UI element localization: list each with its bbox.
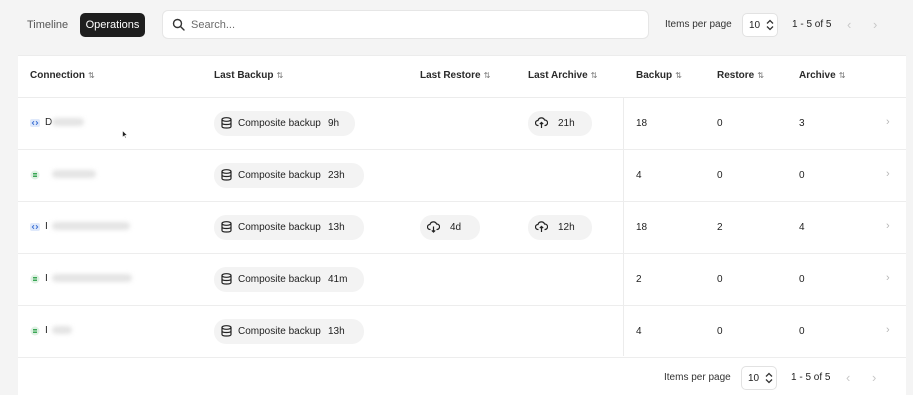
- db-connection-icon: [30, 170, 40, 180]
- redacted-text: [52, 118, 84, 126]
- sort-icon: ⇅: [483, 71, 491, 80]
- backup-type: Composite backup: [238, 222, 321, 233]
- archive-count: 3: [799, 118, 805, 129]
- db-connection-icon: [30, 326, 40, 336]
- last-restore-pill[interactable]: 4d: [420, 215, 480, 240]
- backup-count: 18: [636, 118, 648, 129]
- page-size-value: 10: [749, 20, 761, 31]
- chevron-right-icon[interactable]: ›: [886, 116, 890, 128]
- page-size-select[interactable]: 10: [741, 366, 777, 390]
- last-archive-pill[interactable]: 21h: [528, 111, 592, 136]
- table-row[interactable]: I Composite backup 13h 4 0 0 ›: [18, 306, 906, 358]
- redacted-text: [52, 222, 130, 230]
- table-row[interactable]: Composite backup 23h 4 0 0 ›: [18, 150, 906, 202]
- archive-age: 21h: [558, 118, 575, 129]
- items-per-page-label: Items per page: [664, 372, 731, 383]
- updown-icon: [765, 372, 773, 387]
- archive-age: 12h: [558, 222, 575, 233]
- restore-count: 0: [717, 118, 723, 129]
- backup-age: 13h: [328, 326, 345, 337]
- code-connection-icon: [30, 222, 40, 232]
- restore-count: 2: [717, 222, 723, 233]
- archive-count: 0: [799, 326, 805, 337]
- page-range: 1 - 5 of 5: [792, 19, 832, 30]
- archive-count: 0: [799, 274, 805, 285]
- last-backup-pill[interactable]: Composite backup 13h: [214, 319, 364, 344]
- table-row[interactable]: I Composite backup 13h 4d 12h 18 2 4 ›: [18, 202, 906, 254]
- search-input[interactable]: [191, 11, 631, 38]
- last-backup-pill[interactable]: Composite backup 13h: [214, 215, 364, 240]
- chevron-right-icon[interactable]: ›: [886, 324, 890, 336]
- table-row[interactable]: D Composite backup 9h 21h 18 0 3 ›: [18, 98, 906, 150]
- archive-count: 0: [799, 170, 805, 181]
- chevron-right-icon[interactable]: ›: [886, 168, 890, 180]
- sort-icon: ⇅: [838, 71, 846, 80]
- backup-count: 4: [636, 170, 642, 181]
- table-row[interactable]: I Composite backup 41m 2 0 0 ›: [18, 254, 906, 306]
- backup-age: 41m: [328, 274, 348, 285]
- toolbar: Timeline Operations Items per page 10 1 …: [0, 0, 913, 50]
- connection-name[interactable]: I: [45, 273, 48, 284]
- backup-age: 23h: [328, 170, 345, 181]
- chevron-right-icon[interactable]: ›: [886, 272, 890, 284]
- backup-type: Composite backup: [238, 170, 321, 181]
- col-restore[interactable]: Restore ⇅: [717, 70, 764, 81]
- code-connection-icon: [30, 118, 40, 128]
- db-connection-icon: [30, 274, 40, 284]
- connection-name[interactable]: I: [45, 325, 48, 336]
- tab-timeline[interactable]: Timeline: [21, 13, 74, 37]
- updown-icon: [766, 19, 774, 34]
- operations-table: Connection ⇅ Last Backup ⇅ Last Restore ⇅ L…: [18, 55, 906, 395]
- backup-count: 2: [636, 274, 642, 285]
- col-last-restore[interactable]: Last Restore ⇅: [420, 70, 490, 81]
- backup-age: 9h: [328, 118, 340, 129]
- backup-count: 18: [636, 222, 648, 233]
- restore-age: 4d: [450, 222, 462, 233]
- search-box: [162, 10, 649, 39]
- restore-count: 0: [717, 274, 723, 285]
- backup-count: 4: [636, 326, 642, 337]
- redacted-text: [52, 274, 132, 282]
- redacted-text: [52, 326, 72, 334]
- last-backup-pill[interactable]: Composite backup 41m: [214, 267, 364, 292]
- page-size-value: 10: [748, 373, 760, 384]
- mouse-cursor-icon: [122, 129, 129, 142]
- col-archive[interactable]: Archive ⇅: [799, 70, 845, 81]
- next-page-icon[interactable]: ›: [873, 18, 877, 31]
- backup-type: Composite backup: [238, 326, 321, 337]
- sort-icon: ⇅: [276, 71, 284, 80]
- restore-count: 0: [717, 326, 723, 337]
- last-backup-pill[interactable]: Composite backup 23h: [214, 163, 364, 188]
- col-backup[interactable]: Backup ⇅: [636, 70, 682, 81]
- next-page-icon[interactable]: ›: [872, 371, 876, 384]
- col-last-backup[interactable]: Last Backup ⇅: [214, 70, 283, 81]
- chevron-right-icon[interactable]: ›: [886, 220, 890, 232]
- tab-operations[interactable]: Operations: [80, 13, 145, 37]
- prev-page-icon[interactable]: ‹: [847, 18, 851, 31]
- col-connection[interactable]: Connection ⇅: [30, 70, 95, 81]
- backup-age: 13h: [328, 222, 345, 233]
- backup-type: Composite backup: [238, 118, 321, 129]
- sort-icon: ⇅: [88, 71, 95, 80]
- search-icon: [172, 18, 185, 34]
- prev-page-icon[interactable]: ‹: [846, 371, 850, 384]
- page-range: 1 - 5 of 5: [791, 372, 831, 383]
- sort-icon: ⇅: [590, 71, 598, 80]
- col-last-archive[interactable]: Last Archive ⇅: [528, 70, 597, 81]
- page-size-select[interactable]: 10: [742, 13, 778, 37]
- backup-type: Composite backup: [238, 274, 321, 285]
- table-header: Connection ⇅ Last Backup ⇅ Last Restore ⇅ L…: [18, 56, 906, 98]
- sort-icon: ⇅: [675, 71, 682, 80]
- last-archive-pill[interactable]: 12h: [528, 215, 592, 240]
- restore-count: 0: [717, 170, 723, 181]
- sort-icon: ⇅: [757, 71, 764, 80]
- archive-count: 4: [799, 222, 805, 233]
- redacted-text: [52, 170, 96, 178]
- connection-name[interactable]: I: [45, 221, 48, 232]
- items-per-page-label: Items per page: [665, 19, 732, 30]
- last-backup-pill[interactable]: Composite backup 9h: [214, 111, 355, 136]
